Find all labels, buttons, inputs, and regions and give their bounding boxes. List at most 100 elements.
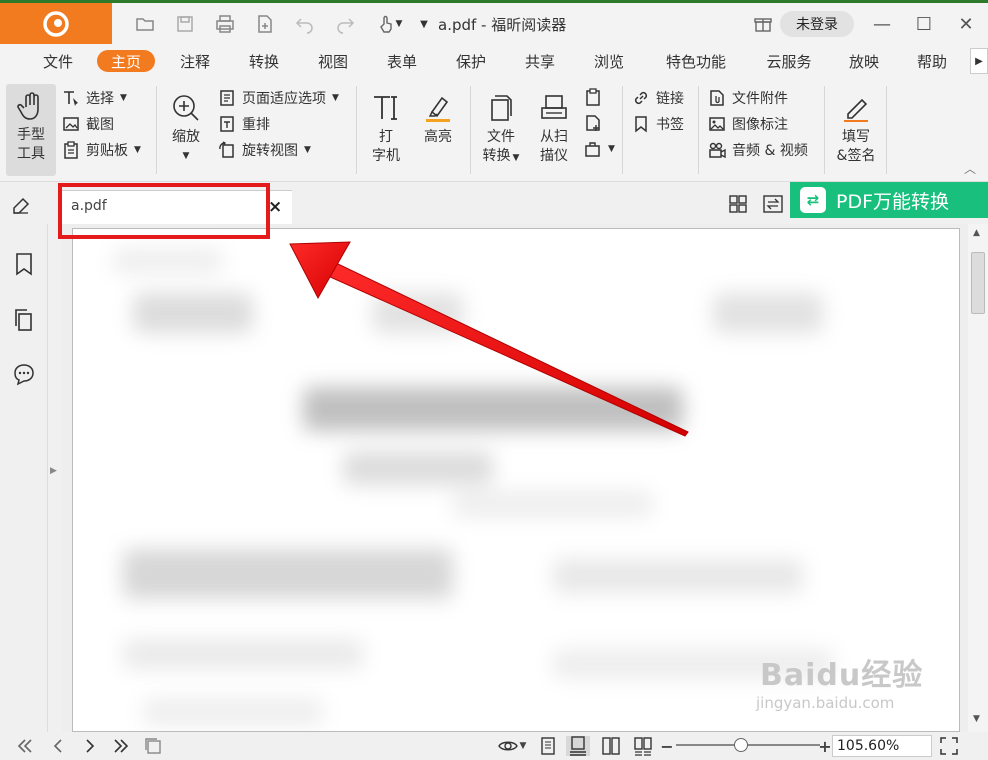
file-convert-button[interactable]: 文件 转换 ▼: [478, 92, 524, 168]
image-annotation-icon: [709, 117, 725, 131]
fill-sign-button[interactable]: 填写 &签名: [832, 92, 880, 166]
menu-form[interactable]: 表单: [384, 50, 420, 72]
convert-arrows-icon: ⇄: [800, 187, 826, 213]
bookmark-panel-icon[interactable]: [12, 252, 36, 276]
menu-file[interactable]: 文件: [40, 50, 76, 72]
scan-label-2: 描仪: [540, 148, 568, 164]
pdf-convert-label: PDF万能转换: [836, 190, 950, 213]
hand-icon: [17, 92, 39, 120]
minimize-icon[interactable]: —: [868, 11, 896, 37]
print-icon[interactable]: [212, 11, 238, 37]
login-button[interactable]: 未登录: [780, 11, 854, 37]
tab-close-icon[interactable]: ×: [268, 197, 282, 217]
hand-tool-button[interactable]: 手型 工具: [10, 90, 52, 164]
gift-icon[interactable]: [750, 11, 776, 37]
page-view-icon[interactable]: [142, 736, 164, 756]
blurred-content: [143, 699, 323, 725]
window-title: a.pdf - 福昕阅读器: [438, 16, 567, 34]
scroll-thumb[interactable]: [971, 252, 985, 314]
page-fit-button[interactable]: 页面适应选项 ▼: [218, 88, 339, 108]
touch-mode-icon[interactable]: ▼: [372, 11, 406, 37]
first-page-icon[interactable]: [14, 736, 36, 756]
read-mode-icon[interactable]: ▼: [494, 736, 530, 756]
file-attachment-button[interactable]: 文件附件: [708, 88, 788, 108]
previous-page-icon[interactable]: [48, 736, 68, 756]
scroll-up-icon[interactable]: ▲: [973, 228, 980, 238]
continuous-facing-icon[interactable]: [632, 736, 654, 756]
rotate-icon: [219, 141, 234, 158]
last-page-icon[interactable]: [110, 736, 132, 756]
menu-home[interactable]: 主页: [97, 50, 155, 72]
file-convert-dropdown-icon: ▼: [512, 153, 520, 163]
zoom-out-icon[interactable]: −: [660, 736, 674, 756]
comments-panel-icon[interactable]: [12, 362, 36, 386]
screenshot-label: 截图: [86, 117, 114, 133]
menu-protect[interactable]: 保护: [453, 50, 489, 72]
title-bar: ▼ ▼ a.pdf - 福昕阅读器 未登录 — ☐ ✕: [0, 0, 988, 44]
hand-tool-label-2: 工具: [17, 146, 45, 162]
menu-help[interactable]: 帮助: [914, 50, 950, 72]
menu-comment[interactable]: 注释: [177, 50, 213, 72]
select-button[interactable]: 选择 ▼: [62, 88, 127, 108]
page-thumbnails-icon[interactable]: [12, 308, 36, 332]
more-create-button[interactable]: ▼: [584, 140, 615, 158]
select-dropdown-icon: ▼: [120, 93, 127, 103]
open-file-icon[interactable]: [132, 11, 158, 37]
collapse-ribbon-icon[interactable]: ︿: [964, 160, 976, 177]
bookmark-button[interactable]: 书签: [632, 114, 684, 134]
rotate-view-button[interactable]: 旋转视图 ▼: [218, 140, 311, 160]
red-highlight-box: [58, 183, 270, 239]
clipboard-label: 剪贴板: [86, 143, 128, 159]
blank-page-button[interactable]: [584, 114, 608, 132]
zoom-percentage-input[interactable]: 105.60%: [832, 735, 932, 757]
app-logo[interactable]: [0, 3, 112, 44]
highlight-button[interactable]: 高亮: [418, 92, 458, 147]
rotate-dropdown-icon: ▼: [304, 145, 311, 155]
menu-slideshow[interactable]: 放映: [846, 50, 882, 72]
new-page-icon[interactable]: [252, 11, 278, 37]
screenshot-button[interactable]: 截图: [62, 114, 114, 134]
vertical-scrollbar[interactable]: ▲ ▼: [968, 224, 988, 732]
switch-window-icon[interactable]: [762, 194, 784, 214]
menu-share[interactable]: 共享: [522, 50, 558, 72]
facing-page-icon[interactable]: [600, 736, 622, 756]
ribbon-toolbar: 手型 工具 选择 ▼ 截图 剪贴板 ▼ 缩放 ▼ 页面适应选项 ▼ 重排 旋转视图 ▼ …: [0, 78, 988, 182]
eraser-icon[interactable]: [10, 194, 32, 216]
attachment-icon: [710, 90, 724, 106]
reflow-button[interactable]: 重排: [218, 114, 270, 134]
ribbon-separator: [156, 86, 157, 174]
pdf-convert-banner[interactable]: ⇄ PDF万能转换: [790, 182, 988, 218]
blurred-content: [343, 451, 493, 485]
typewriter-button[interactable]: 打 字机: [368, 92, 404, 166]
menu-features[interactable]: 特色功能: [660, 50, 732, 72]
close-window-icon[interactable]: ✕: [952, 11, 980, 37]
menu-cloud[interactable]: 云服务: [762, 50, 816, 72]
undo-icon[interactable]: [292, 11, 318, 37]
zoom-in-icon[interactable]: +: [818, 736, 832, 756]
redo-icon[interactable]: [332, 11, 358, 37]
menu-scroll-right-icon[interactable]: ▶: [970, 48, 988, 74]
single-page-icon[interactable]: [538, 736, 558, 756]
menu-browse[interactable]: 浏览: [591, 50, 627, 72]
image-annotation-button[interactable]: 图像标注: [708, 114, 788, 134]
save-icon[interactable]: [172, 11, 198, 37]
continuous-page-icon[interactable]: [566, 736, 590, 756]
grid-view-icon[interactable]: [728, 194, 748, 214]
fullscreen-icon[interactable]: [938, 736, 960, 756]
audio-video-button[interactable]: 音频 & 视频: [708, 140, 808, 160]
zoom-button[interactable]: 缩放 ▼: [166, 92, 206, 166]
panel-expander-icon[interactable]: ▶: [50, 466, 57, 476]
page-fit-label: 页面适应选项: [242, 91, 326, 107]
scan-button[interactable]: 从扫 描仪: [534, 92, 574, 166]
next-page-icon[interactable]: [80, 736, 100, 756]
scroll-down-icon[interactable]: ▼: [973, 714, 980, 724]
zoom-slider-track[interactable]: [676, 744, 820, 746]
link-button[interactable]: 链接: [632, 88, 684, 108]
maximize-icon[interactable]: ☐: [910, 11, 938, 37]
zoom-slider-handle[interactable]: [733, 738, 748, 752]
menu-convert[interactable]: 转换: [246, 50, 282, 72]
clipboard-pdf-button[interactable]: [584, 88, 608, 106]
customize-qa-icon[interactable]: ▼: [414, 11, 434, 37]
menu-view[interactable]: 视图: [315, 50, 351, 72]
clipboard-button[interactable]: 剪贴板 ▼: [62, 140, 141, 160]
